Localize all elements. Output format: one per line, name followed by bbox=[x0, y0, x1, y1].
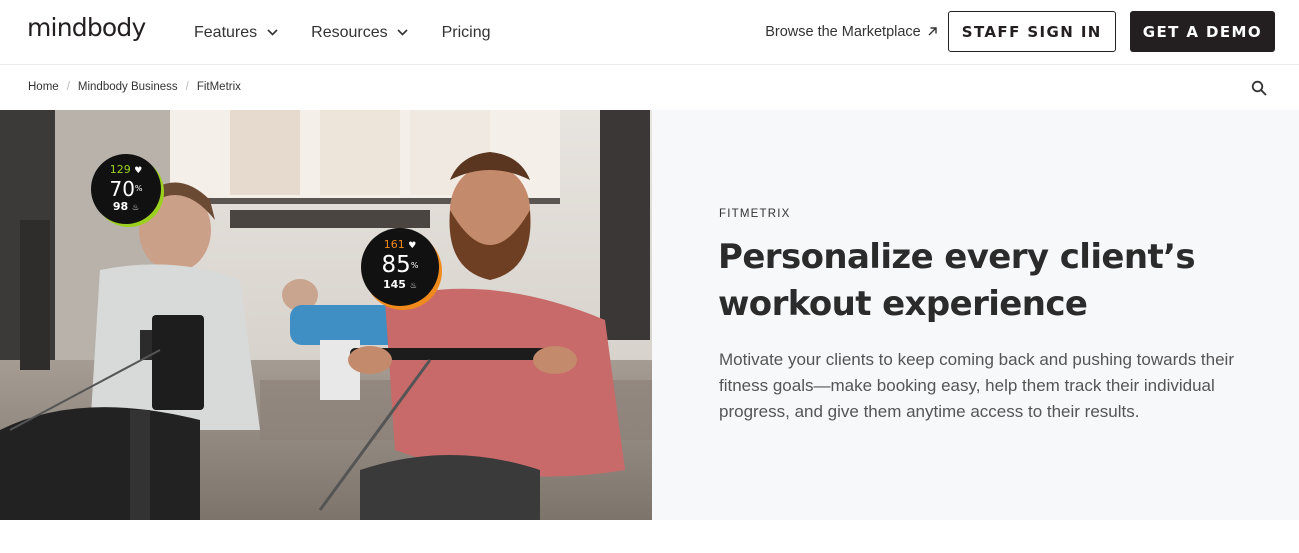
staff-sign-in-button[interactable]: STAFF SIGN IN bbox=[947, 11, 1116, 52]
nav-item-label: Pricing bbox=[441, 23, 491, 41]
heart-rate-badge-2: 161 ♥ 85% 145 ♨ bbox=[361, 228, 439, 306]
breadcrumb-mindbody-business[interactable]: Mindbody Business bbox=[78, 81, 178, 93]
heart-rate-readout: 129 ♥ bbox=[91, 163, 161, 178]
search-icon[interactable] bbox=[1251, 80, 1267, 96]
heart-rate-value: 161 bbox=[383, 238, 405, 251]
nav-item-label: Features bbox=[194, 23, 258, 41]
page-title: Personalize every client’s workout exper… bbox=[718, 237, 1196, 324]
chevron-down-icon bbox=[266, 27, 278, 39]
effort-percent: 85% bbox=[361, 253, 439, 278]
product-eyebrow: FITMETRIX bbox=[719, 208, 791, 220]
nav-item-label: Resources bbox=[311, 23, 388, 41]
nav-item-pricing[interactable]: Pricing bbox=[442, 24, 491, 42]
breadcrumb-separator: / bbox=[66, 81, 70, 93]
breadcrumb: Home / Mindbody Business / FitMetrix bbox=[28, 81, 241, 93]
percent-value: 70 bbox=[109, 177, 135, 201]
browse-marketplace-link[interactable]: Browse the Marketplace bbox=[765, 24, 938, 40]
mindbody-logo[interactable]: mindbody bbox=[27, 13, 146, 42]
percent-value: 85 bbox=[381, 252, 411, 278]
flame-icon: ♨ bbox=[131, 203, 140, 212]
get-a-demo-button[interactable]: GET A DEMO bbox=[1129, 11, 1275, 52]
heart-rate-readout: 161 ♥ bbox=[361, 238, 439, 253]
breadcrumb-current: FitMetrix bbox=[196, 81, 241, 93]
heart-rate-value: 129 bbox=[109, 163, 131, 176]
breadcrumb-bar: Home / Mindbody Business / FitMetrix bbox=[0, 66, 1299, 110]
main-menu: Features Resources Pricing bbox=[194, 0, 524, 65]
breadcrumb-home[interactable]: Home bbox=[28, 81, 59, 93]
heart-rate-badge-1: 129 ♥ 70% 98 ♨ bbox=[91, 154, 161, 224]
calories-value: 98 bbox=[112, 200, 129, 213]
calories-readout: 98 ♨ bbox=[91, 200, 161, 214]
flame-icon: ♨ bbox=[409, 281, 417, 290]
calories-value: 145 bbox=[383, 278, 406, 291]
marketplace-link-label: Browse the Marketplace bbox=[765, 23, 921, 40]
heart-icon: ♥ bbox=[408, 241, 417, 251]
percent-unit: % bbox=[410, 261, 419, 270]
nav-item-features[interactable]: Features bbox=[194, 24, 278, 42]
breadcrumb-separator: / bbox=[185, 81, 189, 93]
calories-readout: 145 ♨ bbox=[361, 278, 439, 292]
percent-unit: % bbox=[134, 184, 143, 193]
external-arrow-icon bbox=[927, 26, 938, 37]
nav-item-resources[interactable]: Resources bbox=[311, 24, 408, 42]
hero-description: Motivate your clients to keep coming bac… bbox=[719, 350, 1234, 421]
nav-actions: Browse the Marketplace STAFF SIGN IN GET… bbox=[765, 11, 1275, 52]
hero-text-panel: FITMETRIX Personalize every client’s wor… bbox=[652, 110, 1299, 520]
heart-icon: ♥ bbox=[134, 166, 143, 176]
top-navigation: mindbody Features Resources Pricing Brow… bbox=[0, 0, 1299, 65]
hero-photo-rowing-class: 129 ♥ 70% 98 ♨ 161 ♥ 85% 145 ♨ bbox=[0, 110, 652, 520]
chevron-down-icon bbox=[397, 27, 409, 39]
effort-percent: 70% bbox=[91, 178, 161, 200]
